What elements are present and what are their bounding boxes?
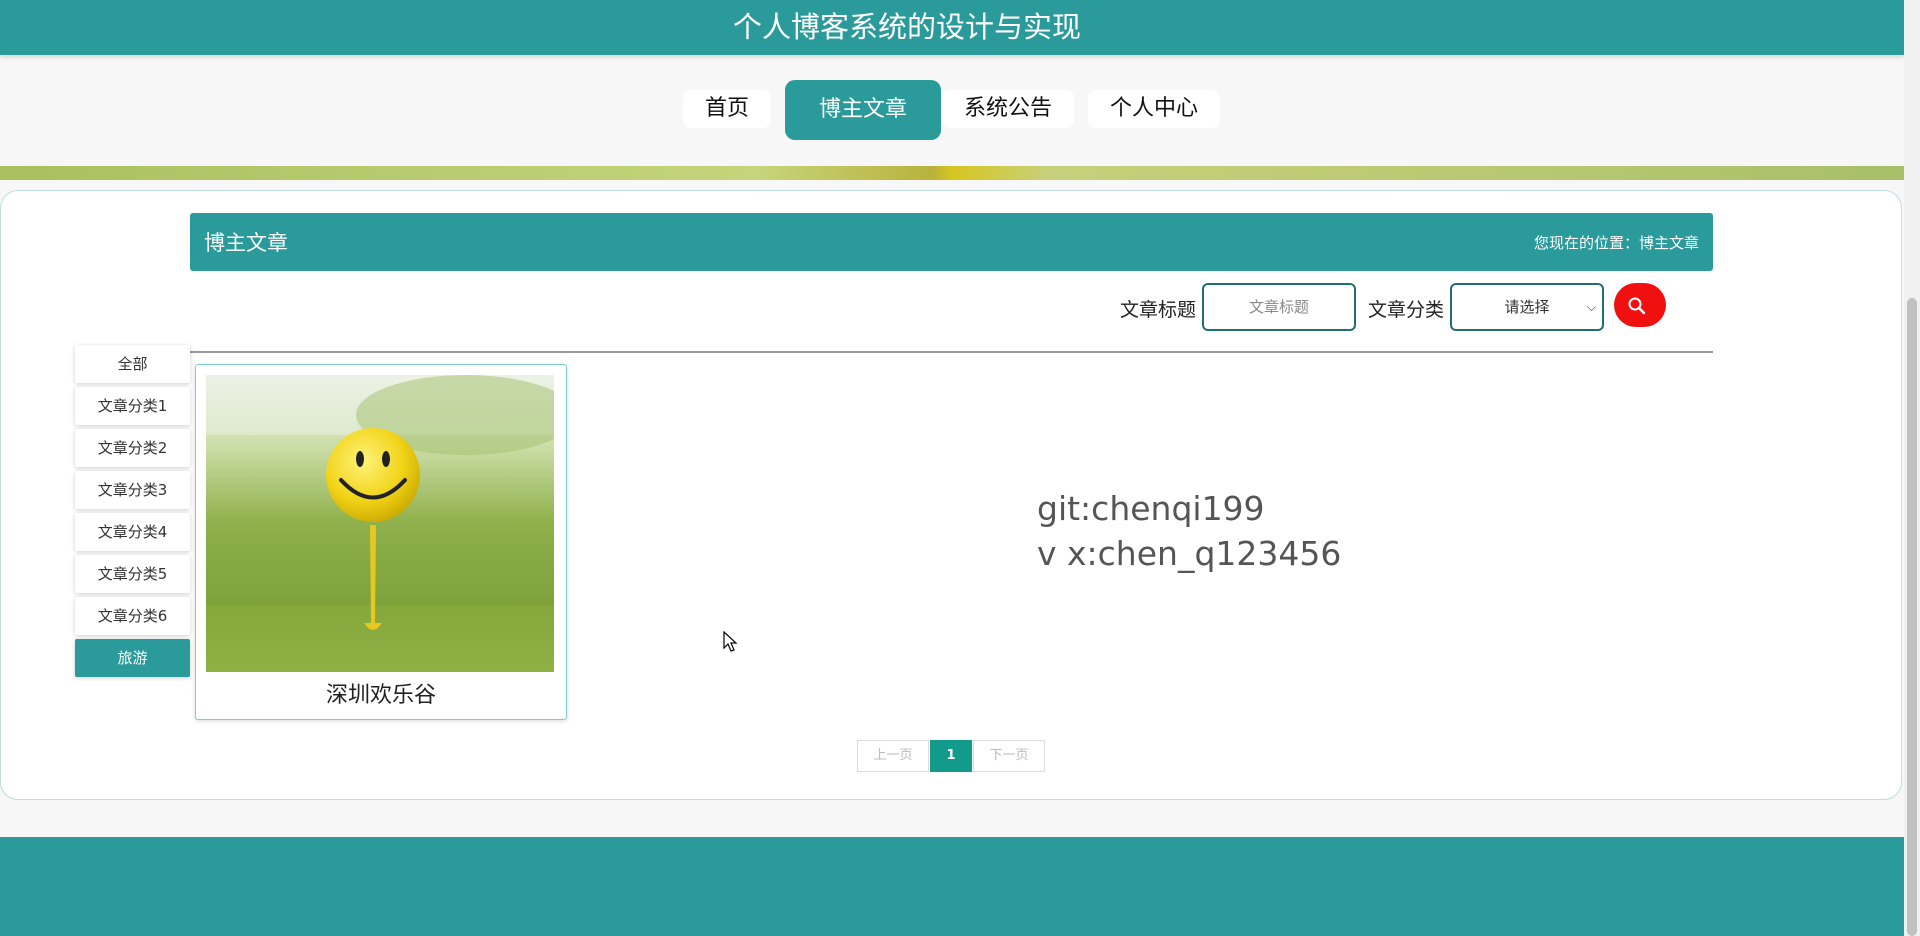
main-nav: 首页 博主文章 系统公告 个人中心 <box>0 80 1904 140</box>
divider <box>190 351 1713 353</box>
nav-home[interactable]: 首页 <box>683 90 772 128</box>
next-page-button[interactable]: 下一页 <box>973 740 1045 772</box>
contact-info: git:chenqi199 v x:chen_q123456 <box>1037 486 1341 576</box>
category-label: 文章分类 <box>1368 299 1445 321</box>
mouse-cursor-icon <box>723 631 738 652</box>
sidebar-item-category1[interactable]: 文章分类1 <box>75 387 190 425</box>
contact-git: git:chenqi199 <box>1037 489 1265 528</box>
site-title: 个人博客系统的设计与实现 <box>732 10 1081 44</box>
top-header: 个人博客系统的设计与实现 <box>0 0 1904 55</box>
page-1-button[interactable]: 1 <box>930 740 972 772</box>
title-search-input[interactable]: 文章标题 <box>1202 283 1356 331</box>
search-icon <box>1628 297 1646 314</box>
article-title[interactable]: 深圳欢乐谷 <box>196 677 566 709</box>
contact-wechat: v x:chen_q123456 <box>1037 534 1342 573</box>
footer <box>0 837 1904 936</box>
chevron-down-icon: ⌵ <box>1586 300 1596 314</box>
smiley-golf-ball-image <box>206 375 554 672</box>
title-label: 文章标题 <box>1120 299 1197 321</box>
article-card[interactable]: 深圳欢乐谷 <box>195 364 567 720</box>
page-scrollbar[interactable] <box>1904 0 1920 936</box>
section-header: 博主文章 您现在的位置：博主文章 <box>190 213 1713 271</box>
category-sidebar: 全部 文章分类1 文章分类2 文章分类3 文章分类4 文章分类5 文章分类6 旅… <box>75 345 190 681</box>
breadcrumb: 您现在的位置：博主文章 <box>1533 234 1699 252</box>
scrollbar-thumb[interactable] <box>1907 298 1917 936</box>
nav-personal-center[interactable]: 个人中心 <box>1088 90 1221 128</box>
article-thumbnail[interactable] <box>206 375 554 672</box>
nav-announcements[interactable]: 系统公告 <box>942 90 1075 128</box>
sidebar-item-all[interactable]: 全部 <box>75 345 190 383</box>
sidebar-item-category2[interactable]: 文章分类2 <box>75 429 190 467</box>
category-select[interactable]: 请选择 ⌵ <box>1450 283 1604 331</box>
search-button[interactable]: 搜索 <box>1614 283 1666 402</box>
banner-strip <box>0 166 1904 180</box>
sidebar-item-category5[interactable]: 文章分类5 <box>75 555 190 593</box>
sidebar-item-category4[interactable]: 文章分类4 <box>75 513 190 551</box>
prev-page-button[interactable]: 上一页 <box>857 740 929 772</box>
category-select-value: 请选择 <box>1504 298 1550 316</box>
sidebar-item-category3[interactable]: 文章分类3 <box>75 471 190 509</box>
nav-blogger-articles[interactable]: 博主文章 <box>785 80 942 140</box>
sidebar-item-category6[interactable]: 文章分类6 <box>75 597 190 635</box>
sidebar-item-travel[interactable]: 旅游 <box>75 639 190 677</box>
section-title: 博主文章 <box>204 231 288 255</box>
